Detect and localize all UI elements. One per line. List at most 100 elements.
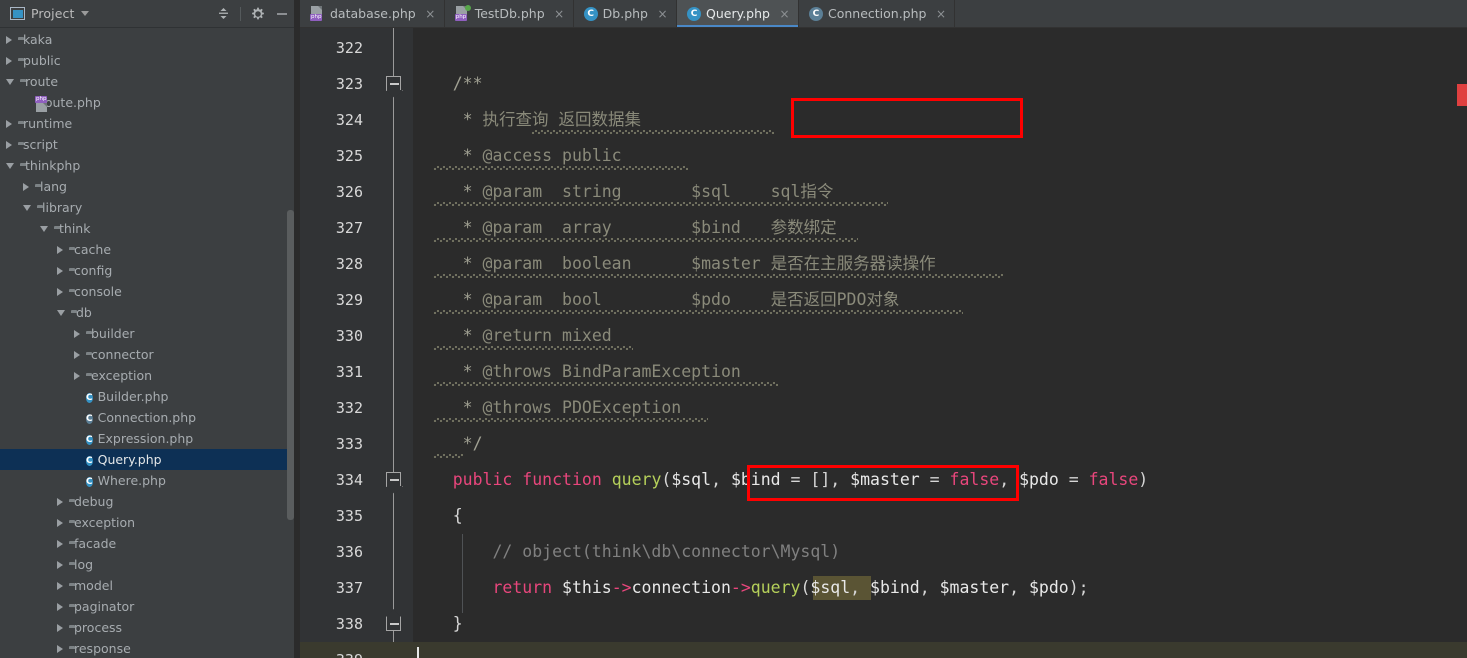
- close-icon[interactable]: ×: [935, 8, 946, 20]
- tree-item-library[interactable]: library: [0, 197, 300, 218]
- tree-item-lang[interactable]: lang: [0, 176, 300, 197]
- tree-item-kaka[interactable]: kaka: [0, 29, 300, 50]
- tree-item-script[interactable]: script: [0, 134, 300, 155]
- tree-item-route-php[interactable]: php route.php: [0, 92, 300, 113]
- minimize-icon[interactable]: [270, 3, 294, 25]
- chevron-right-icon[interactable]: [74, 371, 80, 380]
- tree-item-builder[interactable]: builder: [0, 323, 300, 344]
- chevron-right-icon[interactable]: [57, 497, 63, 506]
- chevron-right-icon[interactable]: [57, 602, 63, 611]
- tree-item-query-php[interactable]: C Query.php: [0, 449, 300, 470]
- chevron-right-icon[interactable]: [57, 518, 63, 527]
- code-line[interactable]: [413, 30, 1467, 66]
- tree-item-db[interactable]: db: [0, 302, 300, 323]
- tree-item-model[interactable]: model: [0, 575, 300, 596]
- chevron-right-icon[interactable]: [57, 623, 63, 632]
- chevron-right-icon[interactable]: [57, 287, 63, 296]
- tree-item-facade[interactable]: facade: [0, 533, 300, 554]
- tree-item-label: kaka: [23, 32, 53, 47]
- tree-item-log[interactable]: log: [0, 554, 300, 575]
- chevron-right-icon[interactable]: [6, 35, 12, 44]
- close-icon[interactable]: ×: [657, 8, 668, 20]
- tree-item-builder-php[interactable]: C Builder.php: [0, 386, 300, 407]
- line-number: 331: [335, 363, 363, 381]
- tab-db-php[interactable]: C Db.php ×: [574, 0, 677, 27]
- chevron-down-icon[interactable]: [23, 204, 31, 211]
- code-line[interactable]: [413, 642, 1467, 658]
- chevron-right-icon[interactable]: [74, 329, 80, 338]
- gear-icon[interactable]: [246, 3, 270, 25]
- tree-item-connection-php[interactable]: C Connection.php: [0, 407, 300, 428]
- tree-item-label: Query.php: [97, 452, 162, 467]
- tree-item-label: console: [74, 284, 122, 299]
- chevron-down-icon[interactable]: [57, 309, 65, 316]
- code-fold-toggle[interactable]: [386, 472, 401, 487]
- tab-database-php[interactable]: php database.php ×: [300, 0, 445, 27]
- sidebar-scrollbar-thumb[interactable]: [287, 210, 294, 520]
- code-line[interactable]: return $this->connection->query($sql, $b…: [413, 570, 1467, 606]
- chevron-right-icon[interactable]: [57, 245, 63, 254]
- code-line[interactable]: // object(think\db\connector\Mysql): [413, 534, 1467, 570]
- chevron-right-icon[interactable]: [23, 182, 29, 191]
- close-icon[interactable]: ×: [425, 8, 436, 20]
- line-number: 338: [335, 615, 363, 633]
- chevron-down-icon[interactable]: [81, 11, 90, 16]
- tree-item-where-php[interactable]: C Where.php: [0, 470, 300, 491]
- tree-item-response[interactable]: response: [0, 638, 300, 658]
- tab-query-php[interactable]: C Query.php ×: [677, 0, 799, 27]
- tree-item-paginator[interactable]: paginator: [0, 596, 300, 617]
- tree-item-public[interactable]: public: [0, 50, 300, 71]
- line-number: 325: [335, 147, 363, 165]
- chevron-down-icon[interactable]: [40, 225, 48, 232]
- chevron-right-icon[interactable]: [6, 119, 12, 128]
- line-number: 337: [335, 579, 363, 597]
- tree-item-expression-php[interactable]: C Expression.php: [0, 428, 300, 449]
- tree-item-process[interactable]: process: [0, 617, 300, 638]
- code-line[interactable]: }: [413, 606, 1467, 642]
- chevron-right-icon[interactable]: [57, 539, 63, 548]
- close-icon[interactable]: ×: [779, 8, 790, 20]
- chevron-right-icon[interactable]: [74, 350, 80, 359]
- tree-item-route[interactable]: route: [0, 71, 300, 92]
- tree-item-connector[interactable]: connector: [0, 344, 300, 365]
- code-line[interactable]: /**: [413, 66, 1467, 102]
- tree-item-think[interactable]: think: [0, 218, 300, 239]
- close-icon[interactable]: ×: [554, 8, 565, 20]
- line-number: 328: [335, 255, 363, 273]
- tree-item-exception[interactable]: exception: [0, 512, 300, 533]
- code-text[interactable]: /** * 执行查询 返回数据集 * @access public * @par…: [413, 28, 1467, 658]
- chevron-right-icon[interactable]: [6, 56, 12, 65]
- editor-tab-bar[interactable]: php database.php × php TestDb.php × C Db.php × C Q…: [300, 0, 1467, 28]
- chevron-right-icon[interactable]: [57, 266, 63, 275]
- tree-item-config[interactable]: config: [0, 260, 300, 281]
- php-abstract-icon: C: [808, 6, 823, 21]
- line-number: 333: [335, 435, 363, 453]
- chevron-right-icon[interactable]: [57, 581, 63, 590]
- error-stripe-marker[interactable]: [1457, 84, 1467, 106]
- tab-testdb-php[interactable]: php TestDb.php ×: [445, 0, 574, 27]
- code-area[interactable]: 322 323 324 325 326 327 328 329 330 331 332 333 334 3…: [300, 28, 1467, 658]
- code-line[interactable]: {: [413, 498, 1467, 534]
- code-fold-toggle[interactable]: [386, 76, 401, 91]
- tree-item-thinkphp[interactable]: thinkphp: [0, 155, 300, 176]
- collapse-all-icon[interactable]: [211, 3, 235, 25]
- code-line[interactable]: public function query($sql, $bind = [], …: [413, 462, 1467, 498]
- code-line[interactable]: */: [413, 426, 1467, 462]
- tree-item-debug[interactable]: debug: [0, 491, 300, 512]
- tree-item-console[interactable]: console: [0, 281, 300, 302]
- code-fold-gutter[interactable]: [375, 28, 413, 658]
- text-cursor: [417, 647, 419, 658]
- chevron-down-icon[interactable]: [6, 78, 14, 85]
- tree-item-runtime[interactable]: runtime: [0, 113, 300, 134]
- code-fold-toggle[interactable]: [386, 616, 401, 631]
- toolbar-divider: [240, 6, 241, 21]
- tree-item-exception[interactable]: exception: [0, 365, 300, 386]
- project-tree[interactable]: kaka public route php route.php runtime script…: [0, 28, 300, 658]
- tree-item-cache[interactable]: cache: [0, 239, 300, 260]
- tab-connection-php[interactable]: C Connection.php ×: [799, 0, 956, 27]
- chevron-down-icon[interactable]: [6, 162, 14, 169]
- chevron-right-icon[interactable]: [57, 644, 63, 653]
- spellcheck-squiggle: [433, 238, 858, 242]
- chevron-right-icon[interactable]: [57, 560, 63, 569]
- chevron-right-icon[interactable]: [6, 140, 12, 149]
